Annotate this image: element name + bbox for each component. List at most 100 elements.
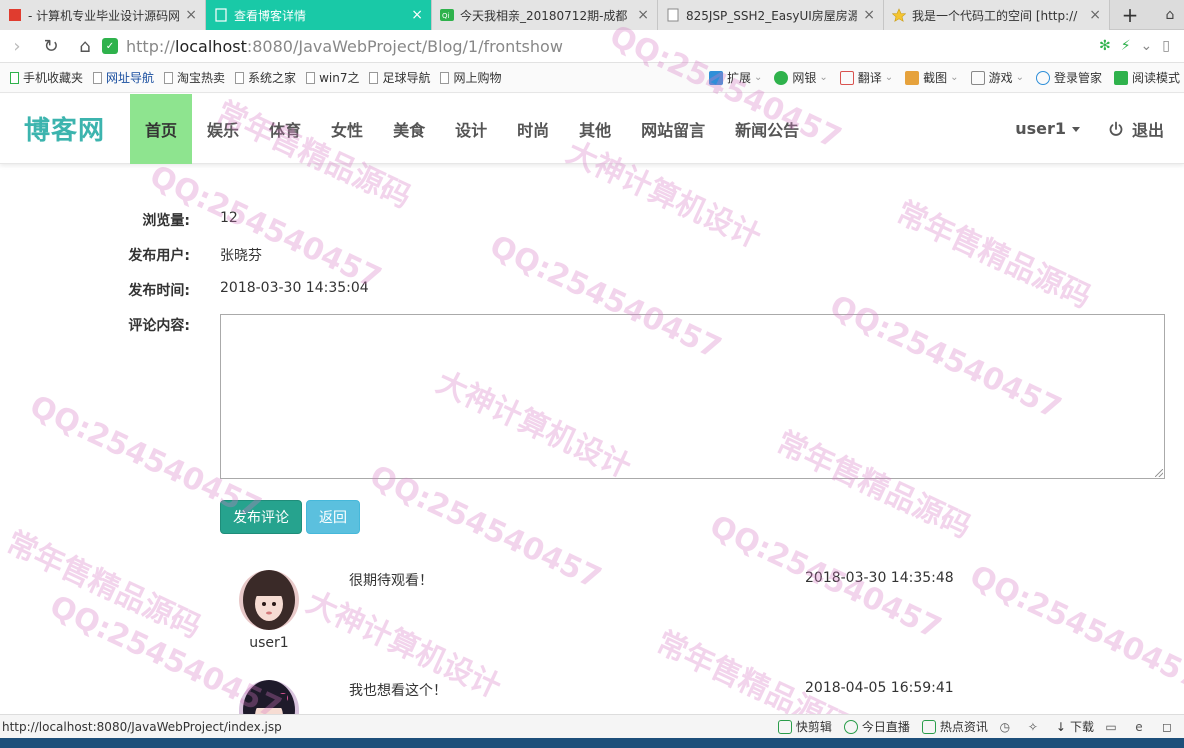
url-scheme: http://: [126, 36, 176, 56]
reload-button[interactable]: ↻: [34, 30, 68, 63]
lightning-icon[interactable]: ⚡: [1121, 38, 1131, 54]
bookmark-item[interactable]: 系统之家: [235, 69, 296, 86]
menu-item-women[interactable]: 女性: [316, 94, 378, 164]
bookmark-item[interactable]: win7之: [306, 69, 359, 86]
status-item-news[interactable]: 热点资讯: [921, 718, 988, 735]
toolbar-item-games[interactable]: 游戏 ⌄: [970, 69, 1024, 86]
close-icon[interactable]: ×: [185, 7, 197, 23]
speedometer-icon[interactable]: ◷: [994, 720, 1016, 734]
status-item-quick-edit[interactable]: 快剪辑: [777, 718, 832, 735]
os-taskbar: [0, 738, 1184, 748]
url-field[interactable]: ✓ http://localhost:8080/JavaWebProject/B…: [102, 33, 1099, 59]
phone-icon[interactable]: ▯: [1162, 38, 1170, 54]
bookmark-item[interactable]: 网上购物: [440, 69, 501, 86]
submit-comment-button[interactable]: 发布评论: [220, 500, 302, 534]
menu-item-design[interactable]: 设计: [440, 94, 502, 164]
puzzle-icon: [708, 70, 723, 85]
restore-icon[interactable]: ◻: [1156, 720, 1178, 734]
site-brand[interactable]: 博客网: [24, 110, 130, 147]
bookmark-item[interactable]: 手机收藏夹: [10, 69, 83, 86]
menu-item-sports[interactable]: 体育: [254, 94, 316, 164]
toolbar-extensions: 扩展 ⌄ 网银 ⌄ 翻译 ⌄ 截图 ⌄ 游戏 ⌄ 登录管家 阅读模式: [697, 69, 1184, 86]
phone-icon: [10, 71, 19, 84]
browser-tab-5[interactable]: 我是一个代码工的空间 [http:// ×: [884, 0, 1110, 30]
menu-item-guestbook[interactable]: 网站留言: [626, 94, 720, 164]
publish-time-value: 2018-03-30 14:35:04: [220, 280, 369, 296]
toolbar-item-login-manager[interactable]: 登录管家: [1035, 69, 1102, 86]
book-icon: [1113, 70, 1128, 85]
svg-text:Qi: Qi: [442, 12, 450, 20]
close-icon[interactable]: ×: [1089, 7, 1101, 23]
status-item-live[interactable]: 今日直播: [843, 718, 910, 735]
user-dropdown[interactable]: user1: [1015, 119, 1080, 138]
toolbar-item-reading-mode[interactable]: 阅读模式: [1113, 69, 1180, 86]
home-shape-icon[interactable]: ⌂: [1156, 7, 1184, 23]
menu-item-entertainment[interactable]: 娱乐: [192, 94, 254, 164]
resize-grip-icon[interactable]: [1155, 469, 1163, 477]
forward-button[interactable]: ›: [0, 30, 34, 63]
doc-icon: [164, 71, 174, 84]
close-icon[interactable]: ×: [863, 7, 875, 23]
avatar[interactable]: [239, 680, 299, 714]
watermark-text: 常年售精品源码: [890, 194, 1097, 316]
bank-icon: [774, 70, 789, 85]
watermark-text: QQ:254540457: [964, 558, 1184, 697]
toolbar-item-translate[interactable]: 翻译 ⌄: [839, 69, 893, 86]
browser-tab-1[interactable]: - 计算机专业毕业设计源码网 ×: [0, 0, 206, 30]
avatar[interactable]: [239, 570, 299, 630]
browser-tab-title: - 计算机专业毕业设计源码网: [28, 8, 180, 23]
browser-tab-3[interactable]: Qi 今天我相亲_20180712期-成都 ×: [432, 0, 658, 30]
status-url: http://localhost:8080/JavaWebProject/ind…: [2, 719, 282, 734]
views-value: 12: [220, 210, 238, 226]
publish-time-label: 发布时间:: [128, 283, 190, 299]
menu-item-fashion[interactable]: 时尚: [502, 94, 564, 164]
chevron-down-icon[interactable]: ⌄: [1141, 38, 1153, 54]
doc-icon: [235, 71, 245, 84]
ie-icon[interactable]: e: [1128, 720, 1150, 734]
bookmark-item[interactable]: 网址导航: [93, 69, 154, 86]
toolbar-item-extend[interactable]: 扩展 ⌄: [708, 69, 762, 86]
chevron-down-icon: ⌄: [819, 72, 828, 83]
author-label: 发布用户:: [128, 248, 190, 264]
power-icon: [1109, 121, 1123, 136]
logout-button[interactable]: 退出: [1108, 117, 1164, 141]
site-navbar: 博客网 首页 娱乐 体育 女性 美食 设计 时尚 其他 网站留言 新闻公告 us…: [0, 93, 1184, 164]
browser-tab-2[interactable]: 查看博客详情 ×: [206, 0, 432, 30]
home-button[interactable]: ⌂: [68, 30, 102, 63]
url-host: localhost: [175, 36, 247, 56]
status-tools: 快剪辑 今日直播 热点资讯 ◷ ✧ ↓ 下载 ▭ e ◻: [766, 718, 1184, 735]
toolbar-item-bank[interactable]: 网银 ⌄: [774, 69, 828, 86]
home-icon: ⌂: [79, 35, 91, 57]
doc-icon: [306, 71, 316, 84]
browser-tab-4[interactable]: 825JSP_SSH2_EasyUI房屋房源 ×: [658, 0, 884, 30]
browser-tab-title: 今天我相亲_20180712期-成都: [460, 8, 628, 23]
speed-icon[interactable]: ✻: [1099, 38, 1111, 54]
bookmark-item[interactable]: 淘宝热卖: [164, 69, 225, 86]
bookmark-item[interactable]: 足球导航: [369, 69, 430, 86]
browser-tab-title: 查看博客详情: [234, 8, 307, 23]
gamepad-icon: [970, 70, 985, 85]
watermark-text: 常年售精品源码: [0, 524, 207, 646]
back-button[interactable]: 返回: [306, 500, 360, 534]
status-item-download[interactable]: ↓ 下载: [1056, 718, 1094, 735]
menu-item-food[interactable]: 美食: [378, 94, 440, 164]
author-value: 张晓芬: [220, 248, 262, 264]
close-icon[interactable]: ×: [637, 7, 649, 23]
address-bar: › ↻ ⌂ ✓ http://localhost:8080/JavaWebPro…: [0, 30, 1184, 63]
doc-icon: [214, 8, 228, 22]
shield-icon: ✓: [102, 38, 118, 54]
avatar-image: [239, 570, 299, 630]
menu-item-other[interactable]: 其他: [564, 94, 626, 164]
pin-icon[interactable]: ✧: [1022, 720, 1044, 734]
new-tab-button[interactable]: +: [1110, 0, 1150, 30]
comment-textarea[interactable]: [220, 314, 1165, 479]
menu-item-news[interactable]: 新闻公告: [720, 94, 814, 164]
window-icon[interactable]: ▭: [1100, 720, 1122, 734]
close-icon[interactable]: ×: [411, 7, 423, 23]
reload-icon: ↻: [43, 35, 59, 57]
menu-item-home[interactable]: 首页: [130, 93, 193, 164]
doc-icon: [440, 71, 450, 84]
avatar-image: [239, 680, 299, 714]
comment-time: 2018-03-30 14:35:48: [805, 570, 954, 586]
toolbar-item-screenshot[interactable]: 截图 ⌄: [905, 69, 959, 86]
